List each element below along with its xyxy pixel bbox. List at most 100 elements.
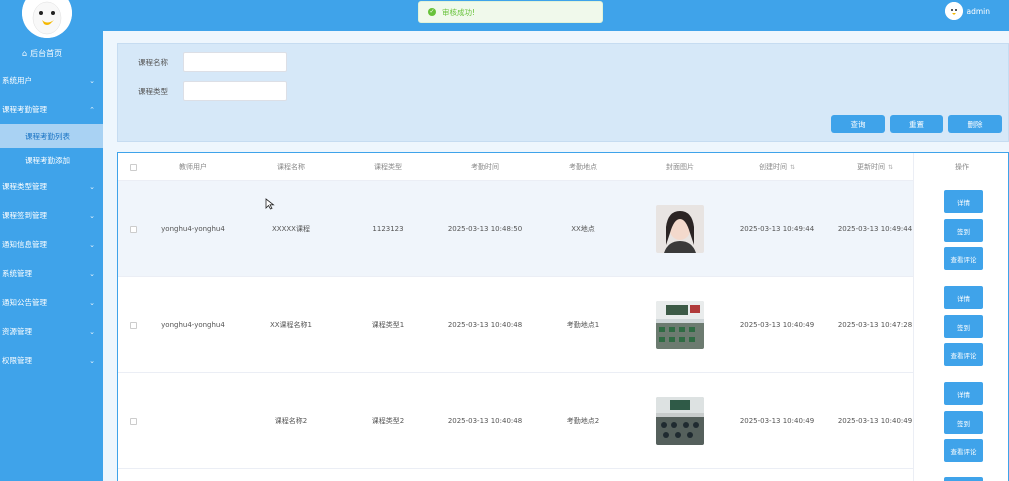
- cell-teacher: yonghu4-yonghu4: [161, 225, 225, 233]
- cell-course: XX课程名称1: [269, 321, 313, 329]
- cell-cover: [635, 181, 725, 277]
- sidebar-item-label: 课程签到管理: [2, 211, 47, 220]
- cell-course: 课程名称2: [274, 417, 308, 425]
- col-time: 考勤时间: [471, 163, 499, 171]
- username: admin: [966, 6, 991, 16]
- toast-message: 审核成功!: [442, 7, 476, 17]
- row-actions: 详情 签到 查看评论: [913, 181, 1008, 277]
- detail-button[interactable]: 详情: [944, 286, 983, 309]
- chevron-down-icon: ⌄: [89, 327, 95, 336]
- avatar: [944, 2, 963, 20]
- sidebar-item-signin[interactable]: 课程签到管理 ⌄: [0, 201, 103, 230]
- cell-updated: 2025-03-13 10:47:28: [837, 321, 913, 329]
- row-checkbox[interactable]: [126, 181, 140, 277]
- cell-type: 课程类型2: [371, 417, 405, 425]
- sidebar-item-users[interactable]: 系统用户 ⌄: [0, 66, 103, 95]
- reset-button[interactable]: 重置: [890, 115, 943, 133]
- sidebar-home-link[interactable]: ⌂ 后台首页: [22, 48, 62, 59]
- cell-teacher: [148, 373, 238, 469]
- view-comments-button[interactable]: 查看评论: [944, 439, 983, 462]
- sidebar-item-label: 课程考勤管理: [2, 105, 47, 114]
- sidebar-item-notice-info[interactable]: 通知信息管理 ⌄: [0, 230, 103, 259]
- table-row[interactable]: yonghu4-yonghu4 XXXXX课程 1123123 2025-03-…: [118, 181, 1008, 277]
- sidebar-item-announcement[interactable]: 通知公告管理 ⌄: [0, 288, 103, 317]
- cell-course: XXXXX课程: [272, 225, 310, 233]
- col-created[interactable]: 创建时间 ⇅: [732, 153, 822, 181]
- sidebar: ⌂ 后台首页 系统用户 ⌄ 课程考勤管理 ⌃ 课程考勤列表 课程考勤添加 课程类型管…: [0, 0, 103, 481]
- row-actions: 详情 签到 查看评论: [913, 373, 1008, 469]
- sort-icon[interactable]: ⇅: [888, 164, 893, 171]
- sidebar-item-course-type[interactable]: 课程类型管理 ⌄: [0, 172, 103, 201]
- cover-image-classroom: [656, 301, 704, 349]
- signin-button[interactable]: 签到: [944, 315, 983, 338]
- course-name-input[interactable]: [183, 52, 287, 72]
- table-header: 教师用户 课程名称 课程类型 考勤时间 考勤地点 封面图片 创建时间 ⇅ 更新时间…: [118, 153, 1008, 181]
- col-updated-label: 更新时间: [856, 163, 885, 171]
- sidebar-item-label: 通知信息管理: [2, 240, 47, 249]
- cell-updated: 2025-03-13 10:49:44: [837, 225, 913, 233]
- row-checkbox[interactable]: [126, 277, 140, 373]
- course-name-label: 课程名称: [138, 57, 168, 67]
- select-all-checkbox[interactable]: [126, 153, 140, 181]
- sidebar-item-label: 权限管理: [2, 356, 32, 365]
- table-row[interactable]: [118, 469, 1008, 481]
- cell-time: 2025-03-13 10:40:48: [447, 321, 523, 329]
- chevron-down-icon: ⌄: [89, 269, 95, 278]
- search-panel: 课程名称 课程类型 查询 重置 删除: [117, 43, 1009, 142]
- detail-button[interactable]: 详情: [944, 190, 983, 213]
- attendance-table: 教师用户 课程名称 课程类型 考勤时间 考勤地点 封面图片 创建时间 ⇅ 更新时间…: [117, 152, 1009, 481]
- view-comments-button[interactable]: 查看评论: [944, 343, 983, 366]
- duck-logo-icon: [22, 0, 72, 38]
- sort-icon[interactable]: ⇅: [790, 164, 795, 171]
- cell-cover: [635, 373, 725, 469]
- signin-button[interactable]: 签到: [944, 219, 983, 242]
- signin-button[interactable]: 签到: [944, 411, 983, 434]
- table-row[interactable]: yonghu4-yonghu4 XX课程名称1 课程类型1 2025-03-13…: [118, 277, 1008, 373]
- user-menu[interactable]: admin: [944, 0, 991, 22]
- sidebar-item-label: 系统管理: [2, 269, 32, 278]
- course-type-input[interactable]: [183, 81, 287, 101]
- view-comments-button[interactable]: 查看评论: [944, 247, 983, 270]
- cell-created: 2025-03-13 10:40:49: [739, 417, 815, 425]
- home-label: 后台首页: [30, 49, 63, 58]
- chevron-down-icon: ⌄: [89, 298, 95, 307]
- sidebar-subitem-label: 课程考勤列表: [25, 131, 70, 141]
- chevron-up-icon: ⌃: [89, 105, 95, 114]
- sidebar-item-label: 系统用户: [2, 76, 32, 85]
- query-button[interactable]: 查询: [831, 115, 885, 133]
- chevron-down-icon: ⌄: [89, 240, 95, 249]
- row-actions: 详情 签到 查看评论: [913, 277, 1008, 373]
- row-actions: [913, 469, 1008, 481]
- cell-time: 2025-03-13 10:40:48: [447, 417, 523, 425]
- sidebar-item-attendance[interactable]: 课程考勤管理 ⌃: [0, 95, 103, 124]
- cell-created: 2025-03-13 10:49:44: [739, 225, 815, 233]
- chevron-down-icon: ⌄: [89, 211, 95, 220]
- detail-button[interactable]: 详情: [944, 382, 983, 405]
- sidebar-item-resources[interactable]: 资源管理 ⌄: [0, 317, 103, 346]
- sidebar-item-label: 课程类型管理: [2, 182, 47, 191]
- cover-image-classroom: [656, 397, 704, 445]
- cell-type: 课程类型1: [371, 321, 405, 329]
- sidebar-subitem-attendance-list[interactable]: 课程考勤列表: [0, 124, 103, 148]
- row-checkbox[interactable]: [126, 373, 140, 469]
- cell-time: 2025-03-13 10:48:50: [447, 225, 523, 233]
- home-icon: ⌂: [22, 49, 28, 58]
- delete-button[interactable]: 删除: [948, 115, 1002, 133]
- detail-button[interactable]: [944, 477, 983, 481]
- col-cover: 封面图片: [666, 163, 694, 171]
- cell-updated: 2025-03-13 10:40:49: [837, 417, 913, 425]
- mouse-cursor-icon: [265, 198, 275, 210]
- sidebar-item-label: 资源管理: [2, 327, 32, 336]
- col-place: 考勤地点: [569, 163, 597, 171]
- sidebar-item-system[interactable]: 系统管理 ⌄: [0, 259, 103, 288]
- table-row[interactable]: 课程名称2 课程类型2 2025-03-13 10:40:48 考勤地点2 20…: [118, 373, 1008, 469]
- sidebar-menu: 系统用户 ⌄ 课程考勤管理 ⌃ 课程考勤列表 课程考勤添加 课程类型管理 ⌄ 课程签到…: [0, 66, 103, 375]
- sidebar-subitem-attendance-add[interactable]: 课程考勤添加: [0, 148, 103, 172]
- search-row-course-type: 课程类型: [138, 81, 287, 101]
- cell-teacher: yonghu4-yonghu4: [161, 321, 225, 329]
- cell-place: 考勤地点1: [566, 321, 600, 329]
- search-buttons: 查询 重置 删除: [831, 115, 1002, 133]
- search-row-course-name: 课程名称: [138, 52, 287, 72]
- sidebar-item-permissions[interactable]: 权限管理 ⌄: [0, 346, 103, 375]
- col-updated[interactable]: 更新时间 ⇅: [830, 153, 920, 181]
